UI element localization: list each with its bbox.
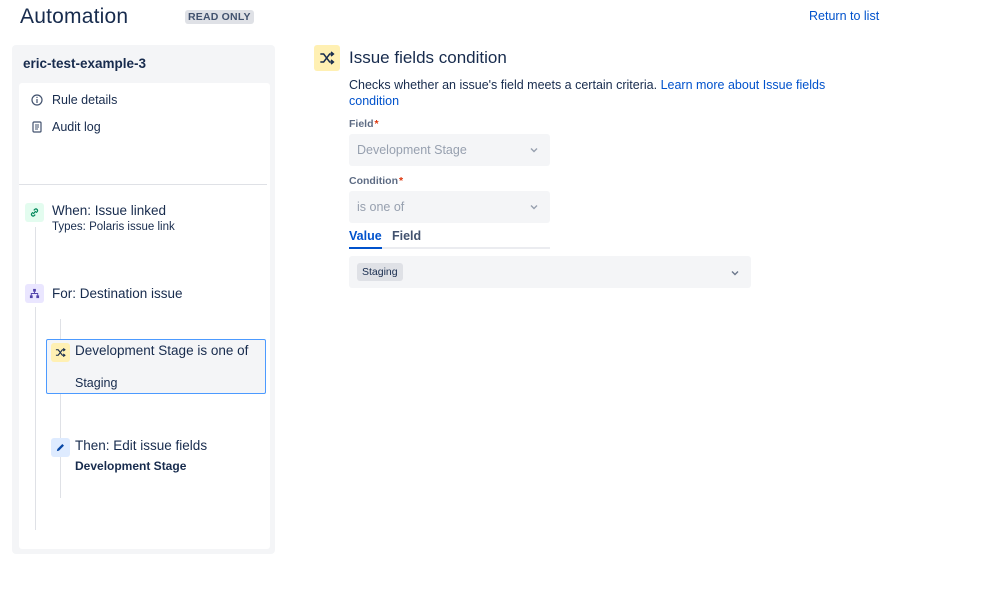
shuffle-icon — [51, 343, 70, 362]
info-icon — [30, 93, 44, 107]
rule-name: eric-test-example-3 — [23, 56, 147, 71]
step-branch-title: For: Destination issue — [52, 286, 183, 301]
step-action-title: Then: Edit issue fields — [75, 438, 208, 453]
page-title: Automation — [20, 5, 129, 28]
required-marker: * — [398, 175, 404, 187]
rule-outline-panel: Rule details Audit log When: Issue linke… — [19, 83, 270, 549]
description-text: Checks whether an issue's field meets a … — [349, 78, 658, 92]
audit-log-icon — [30, 120, 44, 134]
value-multi-select[interactable]: Staging — [349, 256, 751, 288]
step-action[interactable]: Then: Edit issue fields Development Stag… — [46, 435, 266, 477]
connector-line — [60, 319, 61, 339]
chevron-down-icon — [528, 201, 540, 213]
shuffle-icon — [314, 45, 340, 71]
chevron-down-icon — [528, 144, 540, 156]
step-condition-title: Development Stage is one of — [75, 343, 249, 358]
chevron-down-icon — [729, 266, 741, 278]
nav-rule-details-label: Rule details — [52, 93, 118, 107]
step-trigger-subtitle: Types: Polaris issue link — [52, 221, 175, 233]
nav-audit-log-label: Audit log — [52, 120, 101, 134]
field-select-value: Development Stage — [357, 143, 467, 157]
step-condition[interactable]: Development Stage is one of Staging — [46, 339, 266, 394]
return-to-list-link[interactable]: Return to list — [809, 9, 879, 23]
link-icon — [25, 203, 44, 222]
field-select[interactable]: Development Stage — [349, 134, 550, 166]
rule-sidebar: eric-test-example-3 Rule details Audit l… — [12, 45, 275, 554]
condition-select[interactable]: is one of — [349, 191, 550, 223]
tab-value[interactable]: Value — [349, 229, 382, 249]
step-action-subtitle: Development Stage — [75, 459, 187, 473]
value-field-tabs: Value Field — [349, 229, 550, 249]
connector-line — [35, 307, 36, 530]
field-label: Field* — [349, 118, 379, 130]
sidebar-divider — [19, 184, 267, 185]
pencil-icon — [51, 438, 70, 457]
condition-label: Condition* — [349, 175, 404, 187]
tab-field[interactable]: Field — [392, 229, 421, 249]
step-condition-subtitle: Staging — [75, 376, 118, 390]
condition-description: Checks whether an issue's field meets a … — [349, 77, 829, 109]
read-only-badge: READ ONLY — [185, 10, 254, 24]
nav-audit-log[interactable]: Audit log — [30, 117, 101, 137]
branch-icon — [25, 284, 44, 303]
step-trigger[interactable]: When: Issue linked Types: Polaris issue … — [19, 201, 267, 241]
nav-rule-details[interactable]: Rule details — [30, 90, 117, 110]
step-trigger-title: When: Issue linked — [52, 203, 167, 218]
step-branch[interactable]: For: Destination issue — [19, 283, 267, 307]
required-marker: * — [374, 118, 379, 130]
condition-select-value: is one of — [357, 200, 405, 214]
condition-title: Issue fields condition — [349, 48, 507, 67]
value-tag-staging: Staging — [357, 263, 403, 281]
